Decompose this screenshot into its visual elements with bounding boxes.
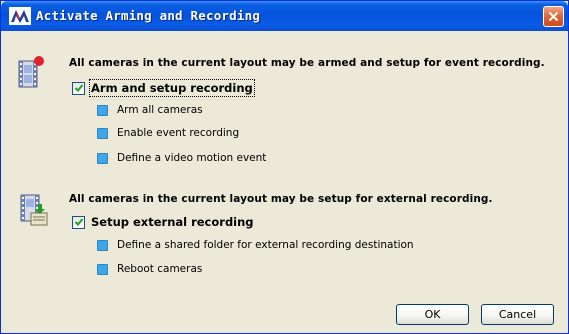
list-item-label: Reboot cameras bbox=[117, 263, 203, 275]
ok-button[interactable]: OK bbox=[396, 304, 469, 325]
close-button[interactable] bbox=[543, 6, 564, 27]
list-item: Reboot cameras bbox=[97, 263, 202, 275]
setup-external-recording-checkbox-row[interactable]: Setup external recording bbox=[72, 215, 254, 229]
bullet-icon bbox=[97, 263, 108, 275]
list-item: Enable event recording bbox=[97, 127, 239, 139]
dialog-content: All cameras in the current layout may be… bbox=[1, 31, 568, 333]
window-title: Activate Arming and Recording bbox=[36, 8, 261, 23]
list-item-label: Define a video motion event bbox=[117, 152, 267, 164]
app-logo-icon bbox=[9, 7, 31, 25]
cancel-button[interactable]: Cancel bbox=[481, 304, 554, 325]
setup-external-recording-label[interactable]: Setup external recording bbox=[91, 215, 254, 229]
list-item-label: Arm all cameras bbox=[117, 104, 203, 116]
section1-description: All cameras in the current layout may be… bbox=[69, 57, 545, 69]
list-item: Define a video motion event bbox=[97, 152, 266, 164]
dialog-window: Activate Arming and Recording All camera… bbox=[0, 0, 569, 334]
bullet-icon bbox=[97, 104, 108, 116]
arm-setup-recording-label[interactable]: Arm and setup recording bbox=[89, 79, 255, 97]
title-bar[interactable]: Activate Arming and Recording bbox=[1, 1, 568, 31]
checkmark-icon bbox=[74, 218, 83, 226]
external-recording-icon bbox=[20, 194, 48, 226]
list-item: Define a shared folder for external reco… bbox=[97, 239, 414, 251]
arm-setup-recording-checkbox-row[interactable]: Arm and setup recording bbox=[72, 79, 255, 97]
close-icon bbox=[548, 11, 559, 22]
list-item: Arm all cameras bbox=[97, 104, 203, 116]
checkmark-icon bbox=[74, 84, 83, 92]
bullet-icon bbox=[97, 239, 108, 251]
arm-setup-recording-checkbox[interactable] bbox=[72, 81, 85, 95]
bullet-icon bbox=[97, 152, 108, 164]
setup-external-recording-checkbox[interactable] bbox=[72, 215, 85, 229]
section2-description: All cameras in the current layout may be… bbox=[69, 193, 493, 205]
video-record-icon bbox=[18, 56, 44, 88]
bullet-icon bbox=[97, 127, 108, 139]
list-item-label: Enable event recording bbox=[117, 127, 240, 139]
list-item-label: Define a shared folder for external reco… bbox=[117, 239, 414, 251]
